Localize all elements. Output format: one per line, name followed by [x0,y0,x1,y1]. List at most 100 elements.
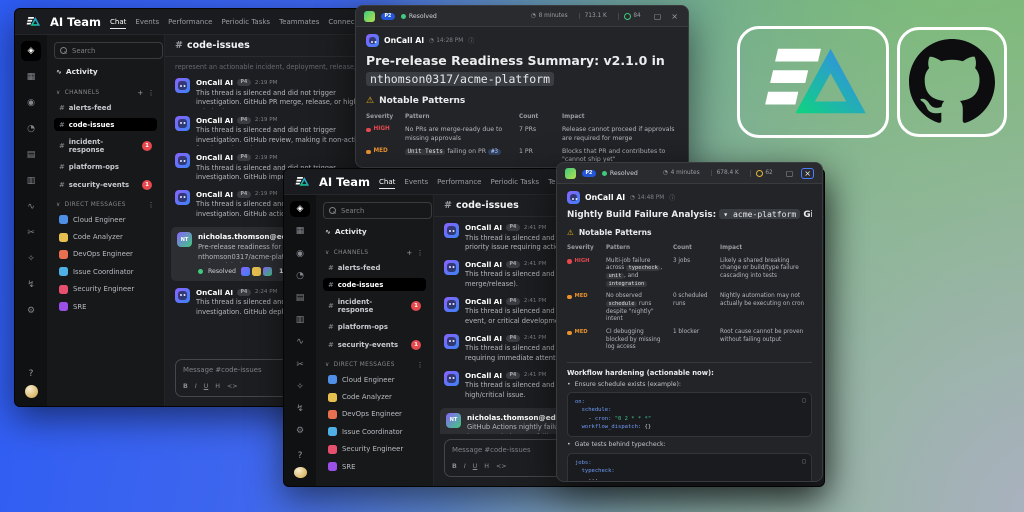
sidebar-item-code-issues[interactable]: # code-issues [323,278,426,291]
dashboards-icon[interactable]: ▦ [290,223,310,239]
dashboards-icon[interactable]: ▦ [21,67,41,87]
expand-icon[interactable]: ▢ [652,12,664,21]
insights-icon[interactable]: ◉ [290,245,310,261]
bold-button[interactable]: B [183,383,188,390]
settings-icon[interactable]: ⚙ [290,423,310,439]
priority-badge: P4 [506,298,520,305]
sidebar-item-activity[interactable]: ∿ Activity [323,223,426,240]
close-icon[interactable]: × [801,168,814,179]
sidebar-item-code-issues[interactable]: # code-issues [54,118,157,131]
activity-icon[interactable]: ↯ [21,275,41,295]
user-avatar[interactable] [25,385,38,398]
dms-menu-icon[interactable]: ⋮ [417,361,424,369]
sidebar-item-platform-ops[interactable]: # platform-ops [323,320,426,333]
copy-icon[interactable]: ▢ [802,457,806,467]
expand-icon[interactable]: ▢ [784,169,796,178]
sidebar-item-platform-ops[interactable]: # platform-ops [54,160,157,173]
sidebar-item-security-events[interactable]: # security-events 1 [54,177,157,192]
anomalies-icon[interactable]: ✧ [290,379,310,395]
pipelines-icon[interactable]: ✂ [21,223,41,243]
sidebar-item-incident-response[interactable]: # incident-response 1 [54,135,157,156]
tab-events[interactable]: Events [404,175,428,189]
author-row: OnCall AI ◔ 14:48 PM ⓘ [567,191,812,204]
underline-button[interactable]: U [204,383,209,390]
anomalies-icon[interactable]: ✧ [21,249,41,269]
workflows-icon[interactable]: ◈ [290,201,310,217]
logs-icon[interactable]: ▤ [290,290,310,306]
pr-link[interactable]: #3 [488,149,501,155]
info-icon[interactable]: ⓘ [669,193,675,202]
dm-code-analyzer[interactable]: Code Analyzer [323,390,426,403]
tab-performance[interactable]: Performance [437,175,481,189]
tab-periodic-tasks[interactable]: Periodic Tasks [221,15,270,29]
insights-icon[interactable]: ◉ [21,93,41,113]
tab-chat[interactable]: Chat [110,15,126,29]
channels-menu-icon[interactable]: ⋮ [417,249,424,257]
dm-issue-coordinator[interactable]: Issue Coordinator [54,265,157,278]
search-box[interactable] [54,42,163,59]
repo-chip[interactable]: ▾ acme-platform [719,209,800,219]
tab-periodic-tasks[interactable]: Periodic Tasks [490,175,539,189]
help-icon[interactable]: ? [29,369,34,379]
channels-section-header[interactable]: ∨ CHANNELS + ⋮ [54,89,157,97]
dm-security-engineer[interactable]: Security Engineer [323,443,426,456]
italic-button[interactable]: I [464,463,466,470]
code-button[interactable]: <> [496,463,507,470]
logs-icon[interactable]: ▤ [21,145,41,165]
search-box[interactable] [323,202,432,219]
sidebar-item-alerts-feed[interactable]: # alerts-feed [54,101,157,114]
metrics-icon[interactable]: ▥ [290,312,310,328]
help-icon[interactable]: ? [298,451,303,461]
add-channel-icon[interactable]: + [406,249,412,257]
activity-icon[interactable]: ↯ [290,401,310,417]
underline-button[interactable]: U [473,463,478,470]
code-button[interactable]: <> [227,383,238,390]
dms-section-header[interactable]: ∨ DIRECT MESSAGES ⋮ [323,361,426,369]
search-input[interactable] [72,47,157,55]
metrics-icon[interactable]: ▥ [21,171,41,191]
dm-cloud-engineer[interactable]: Cloud Engineer [323,373,426,386]
dms-menu-icon[interactable]: ⋮ [148,201,155,209]
dm-sre[interactable]: SRE [54,300,157,313]
monitors-icon[interactable]: ◔ [290,268,310,284]
bold-button[interactable]: B [452,463,457,470]
search-input[interactable] [341,207,426,215]
add-channel-icon[interactable]: + [137,89,143,97]
tab-teammates[interactable]: Teammates [279,15,319,29]
bot-avatar [444,297,459,312]
dm-security-engineer[interactable]: Security Engineer [54,283,157,296]
dm-sre[interactable]: SRE [323,460,426,473]
search-row: ▢ [54,42,157,59]
monitors-icon[interactable]: ◔ [21,119,41,139]
table-row: MED No observed schedule runs despite "n… [567,291,812,327]
sidebar-item-security-events[interactable]: # security-events 1 [323,337,426,352]
close-icon[interactable]: × [669,12,680,21]
settings-icon[interactable]: ⚙ [21,301,41,321]
dm-code-analyzer[interactable]: Code Analyzer [54,230,157,243]
tab-events[interactable]: Events [135,15,159,29]
tab-performance[interactable]: Performance [168,15,212,29]
dm-issue-coordinator[interactable]: Issue Coordinator [323,425,426,438]
dm-devops-engineer[interactable]: DevOps Engineer [323,408,426,421]
heading-button[interactable]: H [484,463,489,470]
traces-icon[interactable]: ∿ [290,334,310,350]
tab-chat[interactable]: Chat [379,175,395,189]
info-icon[interactable]: ⓘ [468,36,474,45]
bot-avatar [175,78,190,93]
dms-section-header[interactable]: ∨ DIRECT MESSAGES ⋮ [54,201,157,209]
sidebar-item-alerts-feed[interactable]: # alerts-feed [323,261,426,274]
user-avatar[interactable] [294,467,307,478]
channels-section-header[interactable]: ∨ CHANNELS + ⋮ [323,249,426,257]
copy-icon[interactable]: ▢ [802,396,806,406]
workflows-icon[interactable]: ◈ [21,41,41,61]
heading-button[interactable]: H [215,383,220,390]
italic-button[interactable]: I [195,383,197,390]
desktop-background: AI Team Chat Events Performance Periodic… [0,0,1024,512]
pipelines-icon[interactable]: ✂ [290,357,310,373]
channels-menu-icon[interactable]: ⋮ [148,89,155,97]
sidebar-item-incident-response[interactable]: # incident-response 1 [323,295,426,316]
dm-devops-engineer[interactable]: DevOps Engineer [54,248,157,261]
traces-icon[interactable]: ∿ [21,197,41,217]
dm-cloud-engineer[interactable]: Cloud Engineer [54,213,157,226]
sidebar-item-activity[interactable]: ∿ Activity [54,63,157,80]
